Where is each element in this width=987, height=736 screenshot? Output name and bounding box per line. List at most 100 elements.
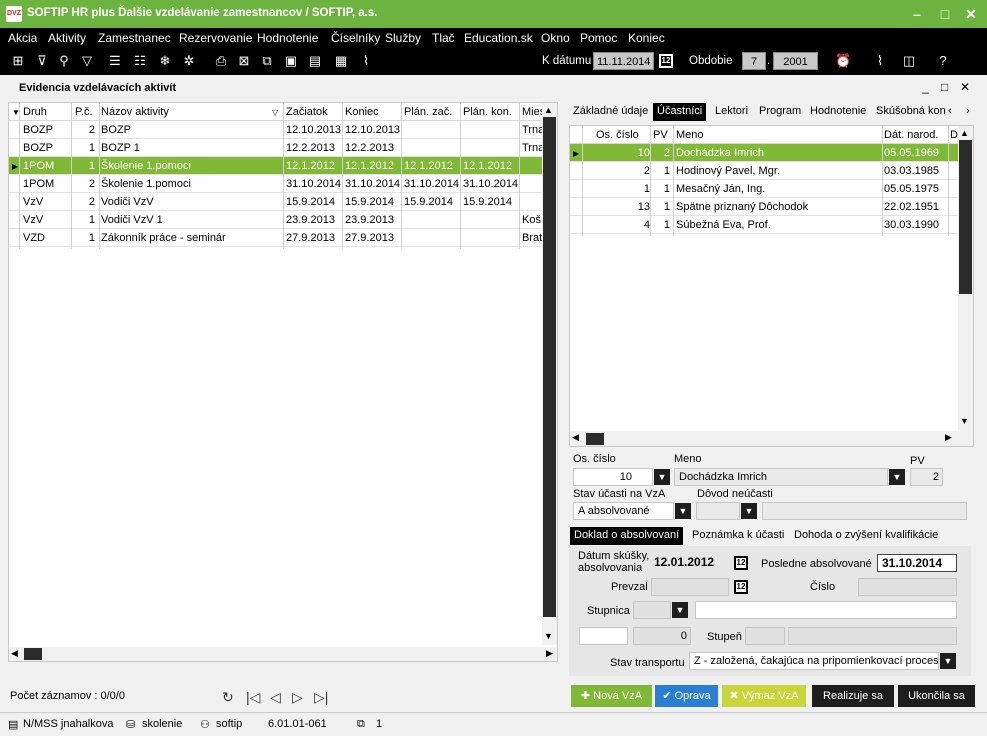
stupnica-field[interactable] — [633, 601, 671, 619]
table-row[interactable]: VZD 1 Zákonník práce - seminár 27.9.2013 27.… — [9, 229, 542, 247]
col-koniec[interactable]: Koniec — [345, 106, 379, 118]
os-cislo-dropdown-icon[interactable]: ▼ — [654, 469, 670, 485]
scroll-down-icon[interactable]: ▼ — [960, 416, 969, 426]
scroll-right-icon[interactable]: ▶ — [546, 648, 553, 659]
inner-minimize-icon[interactable]: _ — [922, 80, 929, 94]
list-item[interactable]: 13 1 Spätne priznaný Dôchodok 22.02.1951 — [570, 198, 958, 216]
menu-okno[interactable]: Okno — [541, 31, 570, 45]
menu-koniec[interactable]: Koniec — [628, 31, 665, 45]
col-d[interactable]: D — [950, 129, 958, 141]
menu-pomoc[interactable]: Pomoc — [580, 31, 617, 45]
period-year-field[interactable]: 2001 — [773, 52, 818, 70]
next-record-icon[interactable]: ▷ — [292, 689, 303, 706]
list-item[interactable]: 1 1 Mesačný Ján, Ing. 05.05.1975 — [570, 180, 958, 198]
vertical-scrollbar[interactable]: ▲ ▼ — [542, 103, 557, 645]
dovod-code-field[interactable] — [696, 502, 740, 520]
pv-field[interactable]: 2 — [910, 468, 943, 486]
maximize-icon[interactable]: □ — [932, 4, 958, 24]
calendar-icon[interactable]: 12 — [659, 54, 673, 68]
menu-tlac[interactable]: Tlač — [432, 31, 455, 45]
list-item[interactable]: 2 1 Hodinový Pavel, Mgr. 03.03.1985 — [570, 162, 958, 180]
attachment-icon[interactable]: ⌇ — [358, 53, 374, 69]
hodnotenie-field[interactable] — [579, 627, 628, 645]
table-row[interactable]: 1POM 2 Školenie 1.pomoci 31.10.2014 31.10.20… — [9, 175, 542, 193]
scroll-down-icon[interactable]: ▼ — [544, 631, 553, 641]
col-druh[interactable]: Druh — [23, 106, 47, 118]
stupnica-dropdown-icon[interactable]: ▼ — [672, 602, 688, 618]
menu-ciselniky[interactable]: Číselníky — [331, 31, 380, 45]
zero-field[interactable]: 0 — [633, 627, 691, 645]
hscroll-thumb[interactable] — [24, 648, 42, 660]
excel-icon[interactable]: ⊠ — [236, 53, 252, 69]
export-icon[interactable]: ⧉ — [259, 53, 275, 69]
first-record-icon[interactable]: |◁ — [246, 689, 260, 706]
tab-hodnotenie[interactable]: Hodnotenie — [806, 103, 870, 121]
minimize-icon[interactable]: – — [904, 4, 930, 24]
tab-next-icon[interactable]: › — [966, 105, 970, 117]
calculator-icon[interactable]: ▦ — [333, 53, 349, 69]
participants-hscroll[interactable]: ◀ ▶ — [570, 431, 973, 446]
scroll-left-icon[interactable]: ◀ — [11, 648, 18, 659]
help-icon[interactable]: ? — [935, 53, 951, 69]
menu-education[interactable]: Education.sk — [464, 31, 533, 45]
sort-icon[interactable]: ▽ — [272, 108, 278, 117]
datum-calendar-icon[interactable]: 12 — [734, 556, 748, 570]
col-pc[interactable]: P.č. — [75, 106, 93, 118]
filter-icon[interactable]: ▽ — [79, 53, 95, 69]
dovod-text-field[interactable] — [762, 502, 967, 520]
stav-field[interactable]: A absolvované — [573, 502, 674, 520]
menu-aktivity[interactable]: Aktivity — [48, 31, 86, 45]
nova-vza-button[interactable]: ✚ Nová VzA — [571, 685, 652, 707]
participants-vscroll[interactable]: ▲ ▼ — [958, 126, 973, 431]
scroll-thumb[interactable] — [543, 117, 556, 617]
prevzal-field[interactable] — [651, 578, 729, 596]
subtab-doklad[interactable]: Doklad o absolvovaní — [570, 527, 684, 545]
stupen-field[interactable] — [745, 627, 785, 645]
menu-akcia[interactable]: Akcia — [8, 31, 37, 45]
dovod-dropdown-icon[interactable]: ▼ — [741, 503, 757, 519]
menu-zamestnanec[interactable]: Zamestnanec — [98, 31, 171, 45]
col-os-cislo[interactable]: Os. číslo — [596, 129, 639, 141]
datum-value[interactable]: 12.01.2012 — [654, 555, 714, 569]
tab-ucastnici[interactable]: Účastníci — [653, 103, 707, 121]
table-row[interactable]: BOZP 1 BOZP 1 12.2.2013 12.2.2013 Trna — [9, 139, 544, 157]
scroll-thumb[interactable] — [959, 140, 972, 294]
tab-prev-icon[interactable]: ‹ — [948, 105, 952, 117]
tab-skusobna[interactable]: Skúšobná kon — [872, 103, 946, 121]
menu-rezervovanie[interactable]: Rezervovanie — [179, 31, 252, 45]
alarm-icon[interactable]: ⏰ — [835, 53, 851, 69]
list-item[interactable]: ▶ 10 2 Dochádzka Imrich 05.05.1969 — [570, 144, 958, 162]
scroll-right-icon[interactable]: ▶ — [945, 432, 952, 443]
table-row[interactable]: VzV 2 Vodiči VzV 15.9.2014 15.9.2014 15.9.201… — [9, 193, 542, 211]
col-zaciatok[interactable]: Začiatok — [286, 106, 328, 118]
scroll-up-icon[interactable]: ▲ — [544, 105, 553, 115]
snowflake-icon[interactable]: ❄ — [157, 53, 173, 69]
posledne-field[interactable]: 31.10.2014 — [877, 554, 957, 572]
menu-hodnotenie[interactable]: Hodnotenie — [257, 31, 318, 45]
inner-close-icon[interactable]: ✕ — [960, 80, 970, 94]
prev-record-icon[interactable]: ◁ — [270, 689, 281, 706]
prevzal-calendar-icon[interactable]: 12 — [734, 580, 748, 594]
os-cislo-field[interactable]: 10 — [573, 468, 653, 486]
ukoncila-button[interactable]: Ukončila sa — [898, 685, 975, 707]
inner-maximize-icon[interactable]: □ — [941, 80, 948, 94]
realizuje-button[interactable]: Realizuje sa — [812, 685, 894, 707]
last-record-icon[interactable]: ▷| — [314, 689, 328, 706]
date-field[interactable]: 11.11.2014 — [593, 52, 654, 70]
document-icon[interactable]: ▤ — [307, 53, 323, 69]
list-detail-icon[interactable]: ☷ — [132, 53, 148, 69]
list-item[interactable]: 4 1 Súbežná Eva, Prof. 30.03.1990 — [570, 216, 958, 234]
meno-field[interactable]: Dochádzka Imrich — [674, 468, 888, 486]
oprava-button[interactable]: ✔ Oprava — [655, 685, 718, 707]
filter-clear-icon[interactable]: ⊽ — [34, 53, 50, 69]
search-icon[interactable]: ⚲ — [56, 53, 72, 69]
print-icon[interactable]: ⎙ — [213, 53, 229, 69]
tab-program[interactable]: Program — [755, 103, 805, 121]
table-row[interactable]: BOZP 2 BOZP 12.10.2013 12.10.2013 Trna — [9, 121, 544, 139]
vymaz-vza-button[interactable]: ✖ Výmaz VzA — [722, 685, 806, 707]
horizontal-scrollbar[interactable]: ◀ ▶ — [9, 647, 557, 661]
subtab-dohoda[interactable]: Dohoda o zvýšení kvalifikácie — [790, 527, 970, 545]
col-nazov[interactable]: Názov aktivity — [101, 106, 169, 118]
menu-sluzby[interactable]: Služby — [385, 31, 421, 45]
col-pv[interactable]: PV — [653, 129, 668, 141]
